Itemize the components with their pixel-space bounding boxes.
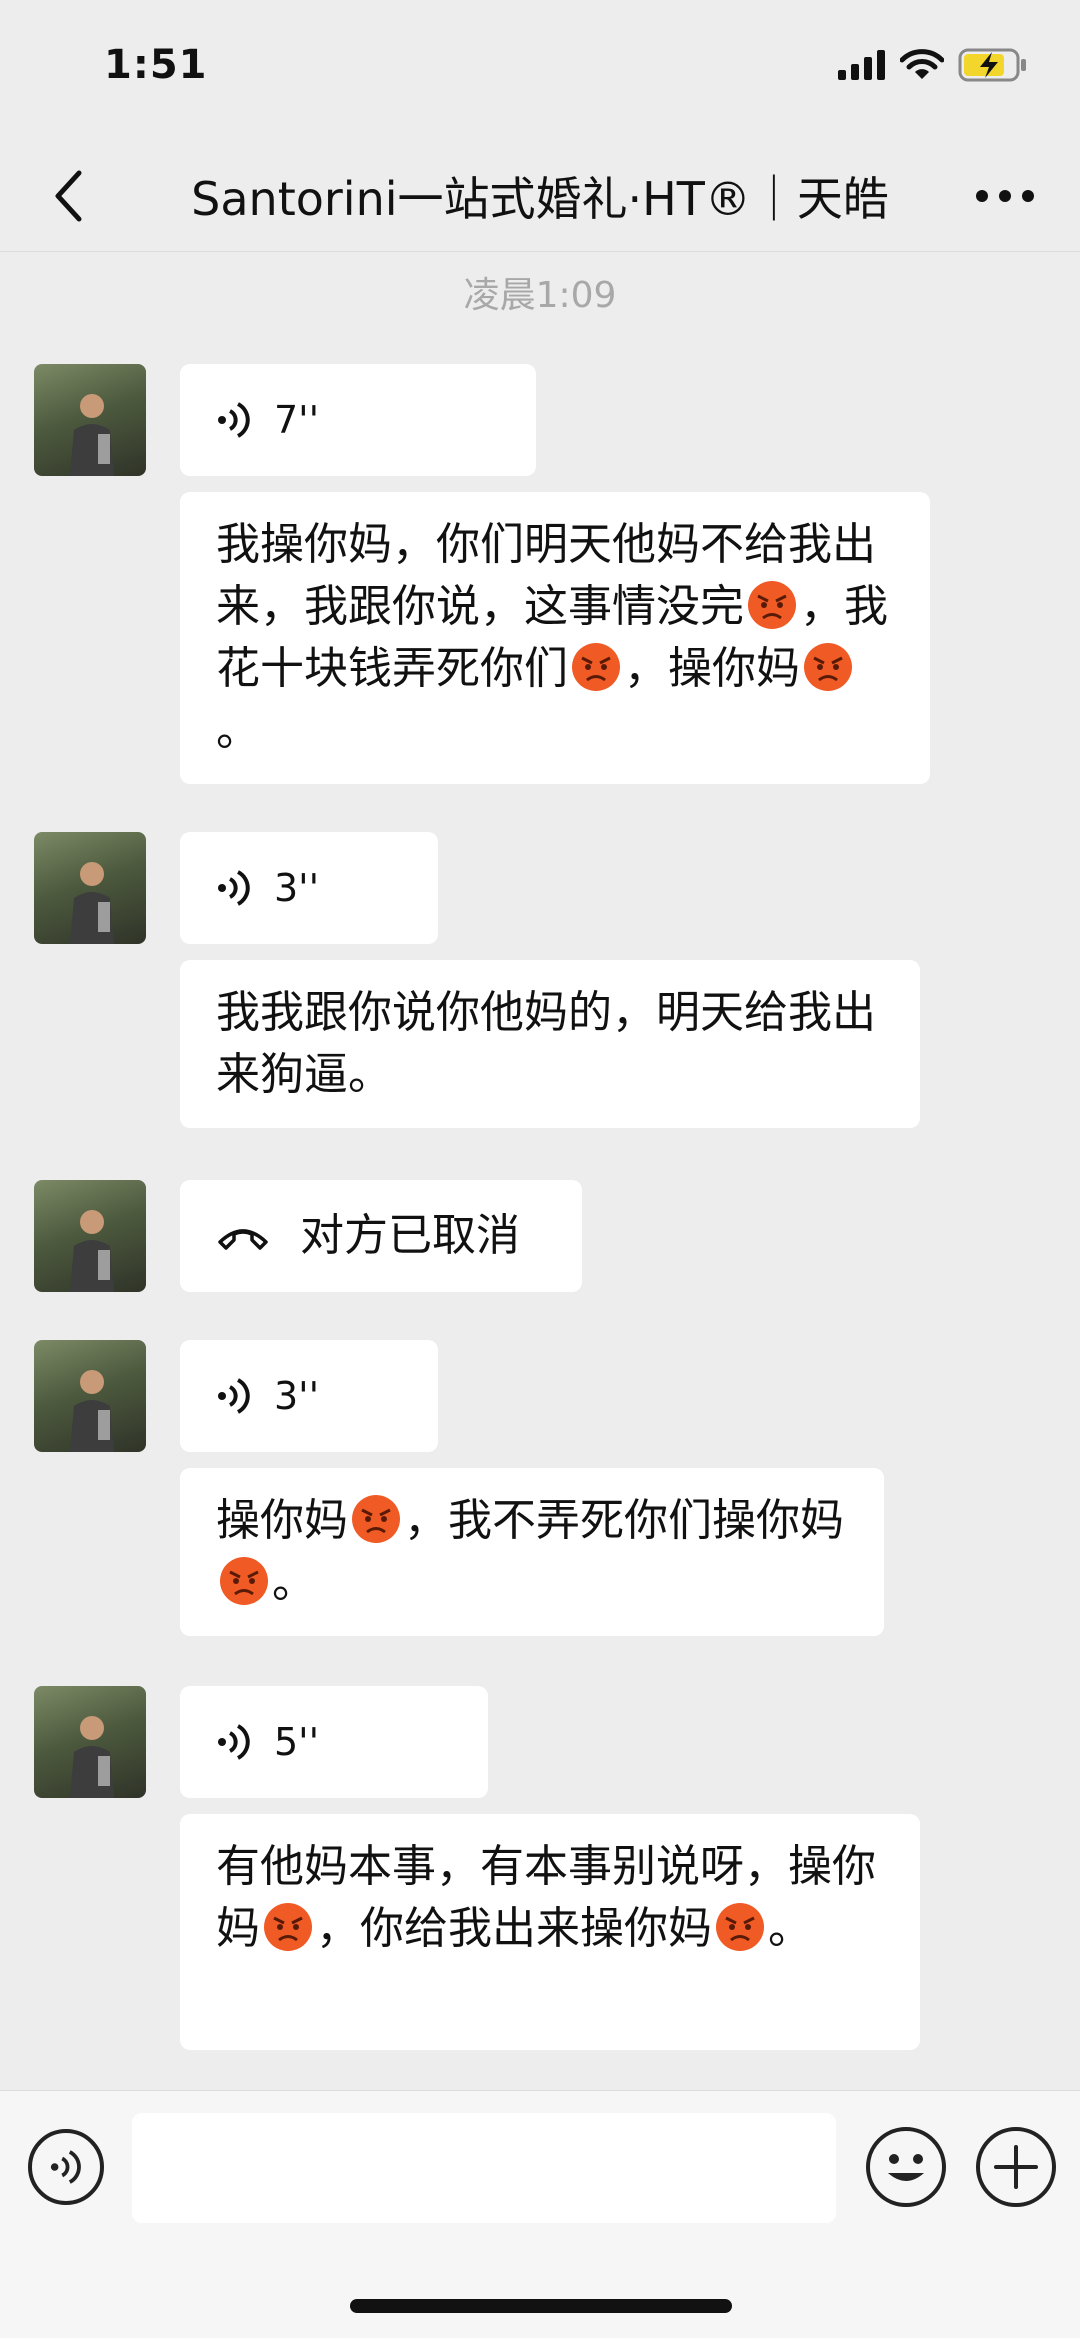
- avatar-person-icon: [70, 1716, 114, 1798]
- avatar[interactable]: [34, 1180, 146, 1292]
- text-message[interactable]: 有他妈本事，有本事别说呀，操你妈 ，你给我出来操你妈。: [180, 1814, 920, 2050]
- voice-duration: 3'': [274, 1374, 320, 1418]
- voice-wave-icon: [218, 1724, 250, 1760]
- chat-title: Santorini一站式婚礼·HT®｜天皓: [191, 172, 889, 226]
- avatar-person-icon: [70, 1210, 114, 1292]
- voice-duration: 5'': [274, 1720, 320, 1764]
- wifi-icon: [900, 49, 944, 79]
- voice-duration: 7'': [274, 398, 320, 442]
- more-dots-icon: [976, 190, 1034, 202]
- nav-bar: Santorini一站式婚礼·HT®｜天皓: [0, 140, 1080, 252]
- message-text: ，我不弄死你们操你妈: [404, 1495, 844, 1546]
- chevron-left-icon: [55, 170, 82, 222]
- text-message[interactable]: 我操你妈，你们明天他妈不给我出来，我跟你说，这事情没完 ，我花十块钱弄死你们 ，操你…: [180, 492, 930, 784]
- message-input[interactable]: [132, 2113, 836, 2223]
- voice-message[interactable]: 7'': [180, 364, 536, 476]
- voice-wave-icon: [218, 870, 250, 906]
- voice-message[interactable]: 3'': [180, 1340, 438, 1452]
- avatar[interactable]: [34, 1686, 146, 1798]
- avatar-person-icon: [70, 862, 114, 944]
- back-button[interactable]: [40, 168, 96, 224]
- call-status-text: 对方已取消: [300, 1210, 520, 1261]
- angry-face-emoji: [572, 643, 620, 691]
- chat-area[interactable]: 凌晨1:09 7'' 我操你妈，你们明天他妈不给我出来，我跟你说，这事情没完 ，我…: [0, 252, 1080, 2090]
- avatar-person-icon: [70, 1370, 114, 1452]
- message-text: 我我跟你说你他妈的，明天给我出来狗逼。: [216, 987, 876, 1100]
- voice-message[interactable]: 5'': [180, 1686, 488, 1798]
- call-message[interactable]: 对方已取消: [180, 1180, 582, 1292]
- angry-face-emoji: [716, 1903, 764, 1951]
- more-actions-button[interactable]: [976, 2127, 1056, 2207]
- text-message[interactable]: 操你妈 ，我不弄死你们操你妈。: [180, 1468, 884, 1636]
- angry-face-emoji: [264, 1903, 312, 1951]
- phone-hangup-icon: [218, 1229, 268, 1250]
- message-text: ，你给我出来操你妈: [316, 1903, 712, 1954]
- message-text: 。: [272, 1557, 316, 1608]
- status-time: 1:51: [104, 42, 208, 88]
- home-indicator[interactable]: [350, 2299, 732, 2313]
- angry-face-emoji: [804, 643, 852, 691]
- avatar-person-icon: [70, 394, 114, 476]
- signal-icon: [838, 50, 885, 80]
- message-timestamp: 凌晨1:09: [463, 275, 617, 316]
- plus-icon: [994, 2145, 1038, 2189]
- text-message[interactable]: 我我跟你说你他妈的，明天给我出来狗逼。: [180, 960, 920, 1128]
- voice-duration: 3'': [274, 866, 320, 910]
- avatar[interactable]: [34, 832, 146, 944]
- angry-face-emoji: [352, 1495, 400, 1543]
- voice-wave-icon: [218, 1378, 250, 1414]
- input-bar: [0, 2090, 1080, 2338]
- voice-wave-icon: [50, 2150, 81, 2184]
- status-icons: [838, 48, 1028, 82]
- more-button[interactable]: [970, 168, 1040, 224]
- status-bar: 1:51: [0, 0, 1080, 140]
- angry-face-emoji: [748, 581, 796, 629]
- voice-input-button[interactable]: [28, 2129, 104, 2205]
- voice-message[interactable]: 3'': [180, 832, 438, 944]
- message-text: 。: [216, 705, 260, 756]
- emoji-button[interactable]: [866, 2127, 946, 2207]
- angry-face-emoji: [220, 1557, 268, 1605]
- avatar[interactable]: [34, 1340, 146, 1452]
- smiley-icon: [888, 2154, 924, 2181]
- battery-charging-icon: [958, 48, 1026, 82]
- avatar[interactable]: [34, 364, 146, 476]
- voice-wave-icon: [218, 402, 250, 438]
- message-text: 。: [768, 1903, 812, 1954]
- message-text: 操你妈: [216, 1495, 348, 1546]
- message-text: ，操你妈: [624, 643, 800, 694]
